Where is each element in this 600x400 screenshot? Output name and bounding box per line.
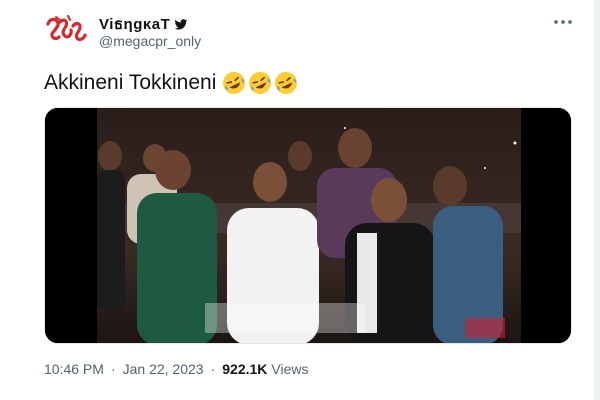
tweet-text: Akkineni Tokkineni	[44, 71, 298, 95]
rolling-on-floor-laughing-emoji	[248, 71, 272, 95]
emoji-row	[222, 71, 298, 95]
tweet-date[interactable]: Jan 22, 2023	[123, 361, 204, 377]
avatar[interactable]	[44, 14, 88, 46]
twitter-bird-icon	[174, 18, 188, 30]
tweet-card: ViธηgκaT @megacpr_only Akkineni Tokkinen…	[0, 0, 600, 400]
meta-separator: ·	[210, 361, 216, 377]
meta-separator: ·	[110, 361, 116, 377]
views-count: 922.1K	[222, 361, 268, 377]
author-handle[interactable]: @megacpr_only	[99, 33, 201, 49]
rolling-on-floor-laughing-emoji	[222, 71, 246, 95]
more-options-icon[interactable]	[552, 12, 574, 32]
rolling-on-floor-laughing-emoji	[274, 71, 298, 95]
tweet-media-video[interactable]	[44, 107, 572, 344]
views-label: Views	[271, 361, 309, 377]
tweet-body: Akkineni Tokkineni	[44, 71, 217, 94]
tweet-time[interactable]: 10:46 PM	[44, 361, 104, 377]
tweet-meta: 10:46 PM · Jan 22, 2023 · 922.1K Views	[44, 361, 309, 377]
scrollbar-track[interactable]	[594, 0, 600, 400]
